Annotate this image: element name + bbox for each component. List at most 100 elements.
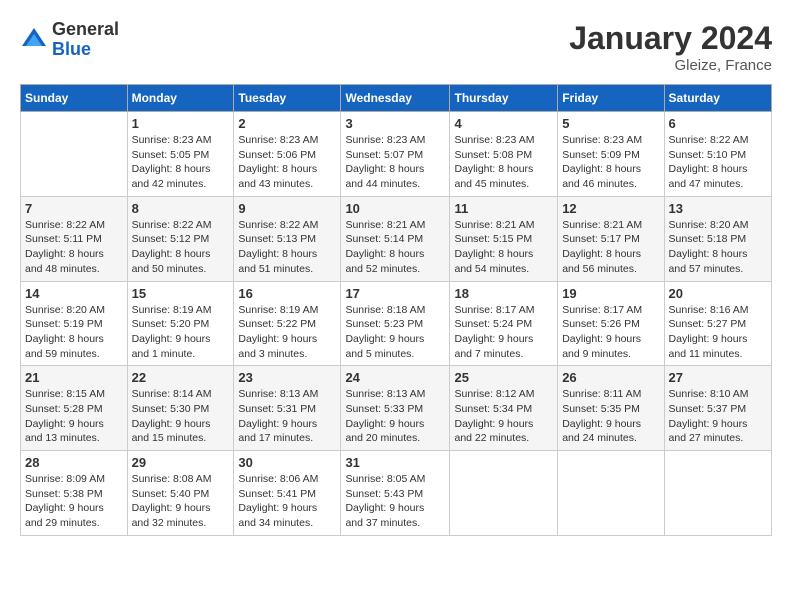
sunrise-text: Sunrise: 8:11 AM: [562, 388, 641, 400]
daylight-text: Daylight: 8 hours: [25, 248, 104, 260]
day-info: Sunrise: 8:16 AMSunset: 5:27 PMDaylight:…: [669, 303, 767, 362]
calendar-cell: 10 Sunrise: 8:21 AMSunset: 5:14 PMDayligh…: [341, 196, 450, 281]
day-info: Sunrise: 8:09 AMSunset: 5:38 PMDaylight:…: [25, 472, 123, 531]
day-number: 14: [25, 286, 123, 301]
day-number: 31: [345, 455, 445, 470]
calendar-week-row: 7Sunrise: 8:22 AMSunset: 5:11 PMDaylight…: [21, 196, 772, 281]
calendar-cell: 14 Sunrise: 8:20 AMSunset: 5:19 PMDayligh…: [21, 281, 128, 366]
day-number: 5: [562, 116, 659, 131]
day-number: 2: [238, 116, 336, 131]
sunrise-text: Sunrise: 8:23 AM: [562, 134, 642, 146]
daylight-text-cont: and 5 minutes.: [345, 348, 414, 360]
weekday-header: Friday: [558, 85, 664, 112]
calendar-cell: 7Sunrise: 8:22 AMSunset: 5:11 PMDaylight…: [21, 196, 128, 281]
sunset-text: Sunset: 5:20 PM: [132, 318, 210, 330]
day-info: Sunrise: 8:19 AMSunset: 5:20 PMDaylight:…: [132, 303, 230, 362]
sunrise-text: Sunrise: 8:15 AM: [25, 388, 105, 400]
daylight-text: Daylight: 9 hours: [669, 418, 748, 430]
sunset-text: Sunset: 5:12 PM: [132, 233, 210, 245]
day-number: 29: [132, 455, 230, 470]
daylight-text-cont: and 32 minutes.: [132, 517, 207, 529]
daylight-text: Daylight: 8 hours: [132, 163, 211, 175]
day-info: Sunrise: 8:21 AMSunset: 5:15 PMDaylight:…: [454, 218, 553, 277]
sunrise-text: Sunrise: 8:20 AM: [669, 219, 749, 231]
calendar-cell: 5Sunrise: 8:23 AMSunset: 5:09 PMDaylight…: [558, 112, 664, 197]
sunrise-text: Sunrise: 8:23 AM: [454, 134, 534, 146]
calendar-cell: 15Sunrise: 8:19 AMSunset: 5:20 PMDayligh…: [127, 281, 234, 366]
sunrise-text: Sunrise: 8:18 AM: [345, 304, 425, 316]
sunrise-text: Sunrise: 8:20 AM: [25, 304, 105, 316]
daylight-text: Daylight: 8 hours: [669, 248, 748, 260]
sunset-text: Sunset: 5:27 PM: [669, 318, 747, 330]
daylight-text: Daylight: 8 hours: [25, 333, 104, 345]
day-number: 4: [454, 116, 553, 131]
day-number: 10: [345, 201, 445, 216]
daylight-text-cont: and 52 minutes.: [345, 263, 420, 275]
calendar-cell: [664, 451, 771, 536]
weekday-header: Wednesday: [341, 85, 450, 112]
sunrise-text: Sunrise: 8:23 AM: [345, 134, 425, 146]
day-number: 25: [454, 370, 553, 385]
day-info: Sunrise: 8:22 AMSunset: 5:10 PMDaylight:…: [669, 133, 767, 192]
sunset-text: Sunset: 5:08 PM: [454, 149, 532, 161]
calendar-week-row: 28Sunrise: 8:09 AMSunset: 5:38 PMDayligh…: [21, 451, 772, 536]
day-number: 26: [562, 370, 659, 385]
daylight-text-cont: and 24 minutes.: [562, 432, 637, 444]
daylight-text: Daylight: 9 hours: [454, 418, 533, 430]
daylight-text: Daylight: 9 hours: [345, 418, 424, 430]
daylight-text: Daylight: 9 hours: [25, 502, 104, 514]
calendar-header-row: SundayMondayTuesdayWednesdayThursdayFrid…: [21, 85, 772, 112]
sunset-text: Sunset: 5:17 PM: [562, 233, 640, 245]
day-info: Sunrise: 8:08 AMSunset: 5:40 PMDaylight:…: [132, 472, 230, 531]
daylight-text: Daylight: 9 hours: [238, 418, 317, 430]
calendar-cell: 6Sunrise: 8:22 AMSunset: 5:10 PMDaylight…: [664, 112, 771, 197]
sunset-text: Sunset: 5:35 PM: [562, 403, 640, 415]
logo-icon: [20, 26, 48, 54]
day-info: Sunrise: 8:20 AMSunset: 5:19 PMDaylight:…: [25, 303, 123, 362]
day-number: 7: [25, 201, 123, 216]
sunrise-text: Sunrise: 8:16 AM: [669, 304, 749, 316]
day-info: Sunrise: 8:17 AMSunset: 5:24 PMDaylight:…: [454, 303, 553, 362]
daylight-text: Daylight: 9 hours: [562, 333, 641, 345]
daylight-text-cont: and 29 minutes.: [25, 517, 100, 529]
sunrise-text: Sunrise: 8:23 AM: [132, 134, 212, 146]
day-info: Sunrise: 8:23 AM Sunset: 5:08 PM Daylight:…: [454, 133, 553, 192]
day-info: Sunrise: 8:13 AMSunset: 5:33 PMDaylight:…: [345, 387, 445, 446]
location-subtitle: Gleize, France: [569, 57, 772, 74]
calendar-cell: 11Sunrise: 8:21 AMSunset: 5:15 PMDayligh…: [450, 196, 558, 281]
calendar-cell: 2 Sunrise: 8:23 AMSunset: 5:06 PMDaylight…: [234, 112, 341, 197]
daylight-text-cont: and 1 minute.: [132, 348, 196, 360]
calendar-cell: 29 Sunrise: 8:08 AMSunset: 5:40 PMDayligh…: [127, 451, 234, 536]
calendar-cell: 18Sunrise: 8:17 AMSunset: 5:24 PMDayligh…: [450, 281, 558, 366]
sunset-text: Sunset: 5:23 PM: [345, 318, 423, 330]
day-info: Sunrise: 8:06 AMSunset: 5:41 PMDaylight:…: [238, 472, 336, 531]
calendar-cell: 22Sunrise: 8:14 AMSunset: 5:30 PMDayligh…: [127, 366, 234, 451]
day-info: Sunrise: 8:21 AMSunset: 5:14 PMDaylight:…: [345, 218, 445, 277]
daylight-text: Daylight: 8 hours: [562, 163, 641, 175]
calendar-cell: [558, 451, 664, 536]
daylight-text-cont: and 43 minutes.: [238, 178, 313, 190]
day-number: 20: [669, 286, 767, 301]
daylight-text: Daylight: 9 hours: [345, 502, 424, 514]
sunrise-text: Sunrise: 8:21 AM: [562, 219, 642, 231]
daylight-text: Daylight: 9 hours: [562, 418, 641, 430]
daylight-text: Daylight: 8 hours: [454, 163, 533, 175]
sunset-text: Sunset: 5:10 PM: [669, 149, 747, 161]
daylight-text: Daylight: 9 hours: [132, 502, 211, 514]
title-block: January 2024 Gleize, France: [569, 20, 772, 74]
weekday-header: Saturday: [664, 85, 771, 112]
daylight-text-cont: and 59 minutes.: [25, 348, 100, 360]
daylight-text: Daylight: 8 hours: [562, 248, 641, 260]
sunrise-text: Sunrise: 8:13 AM: [238, 388, 318, 400]
calendar-cell: 3Sunrise: 8:23 AMSunset: 5:07 PMDaylight…: [341, 112, 450, 197]
day-info: Sunrise: 8:23 AMSunset: 5:06 PMDaylight:…: [238, 133, 336, 192]
calendar-week-row: 14 Sunrise: 8:20 AMSunset: 5:19 PMDayligh…: [21, 281, 772, 366]
day-number: 30: [238, 455, 336, 470]
weekday-header: Tuesday: [234, 85, 341, 112]
daylight-text-cont: and 57 minutes.: [669, 263, 744, 275]
sunset-text: Sunset: 5:31 PM: [238, 403, 316, 415]
day-number: 16: [238, 286, 336, 301]
daylight-text-cont: and 46 minutes.: [562, 178, 637, 190]
sunset-text: Sunset: 5:26 PM: [562, 318, 640, 330]
calendar-cell: 23Sunrise: 8:13 AMSunset: 5:31 PMDayligh…: [234, 366, 341, 451]
